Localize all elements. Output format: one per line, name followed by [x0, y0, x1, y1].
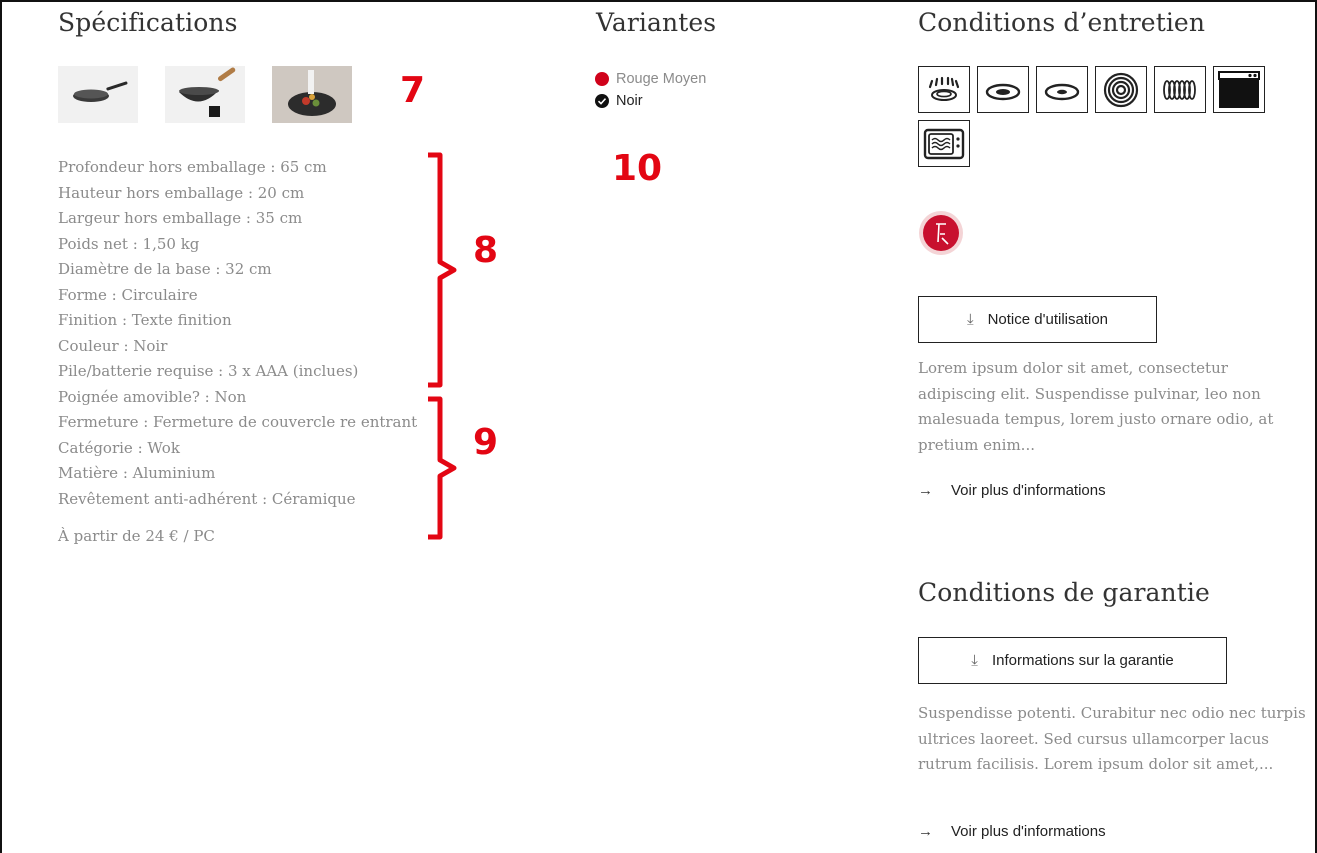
annotation-10: 10 [612, 148, 663, 189]
annotation-9: 9 [473, 422, 499, 463]
spec-item: Finition : Texte finition [58, 311, 232, 329]
variant-label: Noir [616, 93, 643, 109]
warranty-title: Conditions de garantie [918, 578, 1210, 607]
annotation-brace-9 [428, 396, 457, 540]
spec-item: Couleur : Noir [58, 336, 168, 355]
warranty-info-button[interactable]: ⤓ Informations sur la garantie [918, 637, 1227, 684]
thumbnail-pan[interactable] [58, 66, 138, 123]
spec-list: Profondeur hors emballage : 65 cm Hauteu… [58, 155, 417, 512]
electric-hob-icon [1036, 66, 1088, 113]
product-thumbnails [58, 66, 352, 123]
warranty-description: Suspendisse potenti. Curabitur nec odio … [918, 704, 1306, 773]
annotation-8: 8 [473, 230, 499, 271]
more-link-label: Voir plus d'informations [951, 482, 1106, 499]
spec-item: Profondeur hors emballage : 65 cm [58, 158, 327, 176]
care-icons [918, 66, 1278, 167]
spec-item: Catégorie : Wok [58, 438, 180, 457]
price-label: À partir de 24 € / PC [58, 527, 215, 545]
oven-icon [1213, 66, 1265, 113]
variants-title: Variantes [596, 8, 717, 37]
gas-stove-icon [918, 66, 970, 113]
manual-download-button[interactable]: ⤓ Notice d'utilisation [918, 296, 1157, 343]
manual-button-label: Notice d'utilisation [987, 311, 1109, 328]
variant-list: Rouge Moyen Noir [595, 68, 706, 112]
spec-item: Largeur hors emballage : 35 cm [58, 209, 303, 227]
color-swatch-red [595, 72, 609, 86]
spec-item: Hauteur hors emballage : 20 cm [58, 183, 305, 202]
arrow-right-icon: → [918, 482, 933, 499]
variant-rouge-moyen[interactable]: Rouge Moyen [595, 68, 706, 90]
spec-item: Diamètre de la base : 32 cm [58, 260, 272, 278]
spec-item: Pile/batterie requise : 3 x AAA (inclues… [58, 362, 359, 380]
variant-label: Rouge Moyen [616, 71, 707, 87]
induction-icon [1095, 66, 1147, 113]
thumbnail-wok[interactable] [165, 66, 245, 123]
check-icon [597, 98, 607, 105]
more-link-label: Voir plus d'informations [951, 823, 1106, 840]
french-heritage-seal-icon [919, 211, 963, 255]
spec-item: Revêtement anti-adhérent : Céramique [58, 489, 356, 508]
spec-item: Poids net : 1,50 kg [58, 234, 200, 253]
ceramic-hob-icon [977, 66, 1029, 113]
spec-item: Matière : Aluminium [58, 464, 216, 482]
color-swatch-black-selected [595, 94, 609, 108]
annotation-7: 7 [400, 70, 426, 111]
microwave-icon [918, 120, 970, 167]
warranty-more-link[interactable]: → Voir plus d'informations [918, 823, 1106, 840]
care-title: Conditions d’entretien [918, 8, 1206, 37]
care-description: Lorem ipsum dolor sit amet, consectetur … [918, 359, 1274, 454]
arrow-right-icon: → [918, 823, 933, 840]
specs-title: Spécifications [58, 8, 238, 37]
download-icon: ⤓ [966, 311, 974, 328]
halogen-icon [1154, 66, 1206, 113]
care-more-link[interactable]: → Voir plus d'informations [918, 482, 1106, 499]
download-icon: ⤓ [971, 652, 978, 669]
thumbnail-cooking[interactable] [272, 66, 352, 123]
annotation-brace-8 [428, 152, 457, 388]
variant-noir[interactable]: Noir [595, 90, 706, 112]
spec-item: Poignée amovible? : Non [58, 387, 247, 406]
spec-item: Forme : Circulaire [58, 285, 198, 304]
spec-item: Fermeture : Fermeture de couvercle re en… [58, 413, 418, 431]
warranty-button-label: Informations sur la garantie [991, 652, 1174, 669]
